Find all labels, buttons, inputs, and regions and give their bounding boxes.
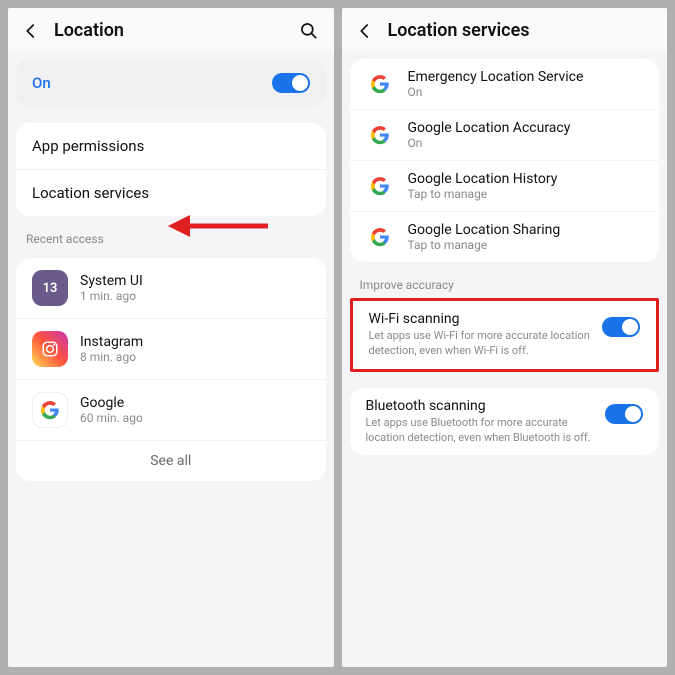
- settings-card: App permissions Location services: [16, 123, 326, 216]
- wifi-scanning-toggle[interactable]: [602, 317, 640, 337]
- location-settings-screen: Location On App permissions Location ser…: [8, 8, 334, 667]
- recent-app-row[interactable]: 13 System UI 1 min. ago: [16, 258, 326, 318]
- location-services-screen: Location services Emergency Location Ser…: [342, 8, 668, 667]
- page-title: Location services: [388, 20, 654, 41]
- header: Location services: [342, 8, 668, 51]
- search-icon[interactable]: [298, 21, 320, 41]
- location-master-toggle-row[interactable]: On: [16, 59, 326, 107]
- services-card: Emergency Location Service On Google Loc…: [350, 59, 660, 262]
- see-all-button[interactable]: See all: [16, 440, 326, 481]
- location-services-row[interactable]: Location services: [16, 169, 326, 216]
- location-accuracy-row[interactable]: Google Location Accuracy On: [350, 109, 660, 160]
- recent-app-row[interactable]: Instagram 8 min. ago: [16, 318, 326, 379]
- google-g-icon: [366, 121, 394, 149]
- google-g-icon: [366, 172, 394, 200]
- page-title: Location: [54, 20, 298, 41]
- location-toggle[interactable]: [272, 73, 310, 93]
- bluetooth-scanning-card: Bluetooth scanning Let apps use Bluetoot…: [350, 388, 660, 456]
- system-ui-icon: 13: [32, 270, 68, 306]
- bluetooth-scanning-toggle[interactable]: [605, 404, 643, 424]
- google-g-icon: [366, 70, 394, 98]
- app-permissions-row[interactable]: App permissions: [16, 123, 326, 169]
- wifi-scanning-row[interactable]: Wi-Fi scanning Let apps use Wi-Fi for mo…: [353, 301, 657, 369]
- recent-app-row[interactable]: Google 60 min. ago: [16, 379, 326, 440]
- google-g-icon: [366, 223, 394, 251]
- google-icon: [32, 392, 68, 428]
- instagram-icon: [32, 331, 68, 367]
- on-label: On: [32, 74, 272, 92]
- recent-access-label: Recent access: [8, 224, 334, 250]
- emergency-location-row[interactable]: Emergency Location Service On: [350, 59, 660, 109]
- bluetooth-scanning-row[interactable]: Bluetooth scanning Let apps use Bluetoot…: [350, 388, 660, 456]
- header: Location: [8, 8, 334, 51]
- improve-accuracy-label: Improve accuracy: [342, 270, 668, 296]
- back-icon[interactable]: [356, 22, 376, 40]
- location-history-row[interactable]: Google Location History Tap to manage: [350, 160, 660, 211]
- location-sharing-row[interactable]: Google Location Sharing Tap to manage: [350, 211, 660, 262]
- wifi-scanning-card: Wi-Fi scanning Let apps use Wi-Fi for mo…: [350, 298, 660, 372]
- back-icon[interactable]: [22, 22, 42, 40]
- recent-apps-card: 13 System UI 1 min. ago Instagram 8 min.…: [16, 258, 326, 481]
